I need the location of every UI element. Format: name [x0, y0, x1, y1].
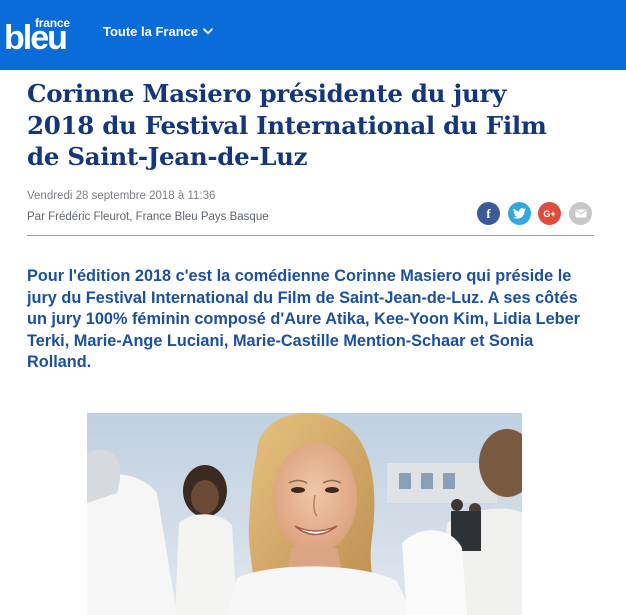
facebook-icon: f	[486, 205, 491, 221]
author-line: Par Frédéric Fleurot, France Bleu Pays B…	[27, 211, 269, 223]
top-bar: france bleu Toute la France	[0, 0, 626, 70]
twitter-icon	[513, 208, 526, 219]
twitter-share-button[interactable]	[508, 202, 531, 225]
google-plus-share-button[interactable]: G+	[538, 202, 561, 225]
author-link[interactable]: Frédéric Fleurot	[48, 211, 129, 223]
photo-illustration	[87, 413, 522, 615]
google-plus-icon: G+	[543, 208, 556, 219]
region-selector[interactable]: Toute la France	[103, 24, 214, 39]
header-divider	[27, 235, 594, 236]
article-photo	[87, 413, 522, 615]
region-selector-label: Toute la France	[103, 24, 199, 39]
france-bleu-logo[interactable]: france bleu	[4, 12, 74, 56]
author-prefix: Par	[27, 211, 49, 223]
article-lead: Pour l'édition 2018 c'est la comédienne …	[27, 267, 581, 371]
mail-icon	[574, 209, 587, 218]
logo-bleu-text: bleu	[4, 19, 68, 57]
article-title: Corinne Masiero présidente du jury 2018 …	[27, 79, 547, 171]
facebook-share-button[interactable]: f	[477, 202, 500, 225]
email-share-button[interactable]	[569, 202, 592, 225]
publication-date: Vendredi 28 septembre 2018 à 11:36	[27, 190, 216, 202]
station-link[interactable]: France Bleu Pays Basque	[136, 211, 269, 223]
chevron-down-icon	[203, 28, 214, 35]
